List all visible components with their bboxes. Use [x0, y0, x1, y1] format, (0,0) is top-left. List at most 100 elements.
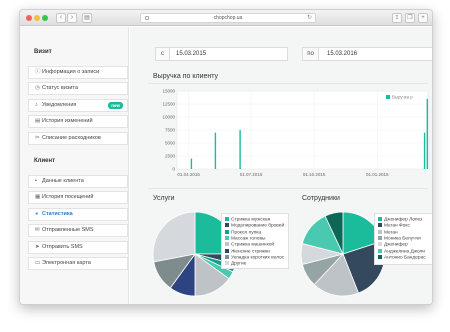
services-chart-title: Услуги	[153, 195, 175, 202]
reload-icon[interactable]: ↻	[307, 14, 312, 23]
legend-swatch	[378, 248, 382, 253]
pie-slice[interactable]	[152, 211, 196, 263]
legend-label: Моника Белуччи	[384, 236, 421, 242]
sidebar-item-visit-info[interactable]: ⓘИнформация о записи	[28, 66, 128, 79]
main-content: с 15.03.2015 по 15.03.2016 Выручка по кл…	[130, 27, 432, 304]
revenue-bar[interactable]	[214, 132, 217, 169]
url-bar[interactable]: chopchop.ua ↻	[140, 13, 316, 23]
date-to-value: 15.03.2016	[327, 51, 358, 57]
maximize-window-button[interactable]	[42, 15, 48, 21]
divider	[148, 188, 428, 189]
legend-swatch	[225, 217, 229, 221]
legend-label: Другие	[231, 261, 247, 267]
legend-label: Дженифер	[384, 242, 408, 248]
new-badge: new	[108, 102, 123, 109]
clock-icon: ◷	[35, 85, 40, 91]
date-to-field[interactable]: по 15.03.2016	[302, 47, 432, 61]
forward-button[interactable]: ›	[67, 13, 77, 23]
sidebar-item-client-data[interactable]: ▪ Данные клиента	[28, 175, 128, 188]
legend-item: Стрижка мужская	[225, 217, 270, 223]
legend-item: Меган Фокс	[378, 223, 410, 229]
history-icon: ▤	[35, 118, 41, 124]
minimize-window-button[interactable]	[34, 15, 40, 21]
y-tick-label: 7500	[165, 128, 176, 133]
browser-toolbar: ‹ › ▤ chopchop.ua ↻ ⇪ ❐ +	[20, 10, 432, 26]
sidebar-item-label: Электронная карта	[42, 260, 91, 266]
sidebar-item-sent-sms[interactable]: ✉ Отправленные SMS	[28, 224, 128, 237]
date-to-label: по	[303, 48, 319, 60]
revenue-chart-title: Выручка по клиенту	[153, 73, 219, 80]
legend-swatch	[225, 248, 229, 253]
legend-swatch	[225, 235, 229, 240]
legend-label: Моделирование бровей	[231, 223, 285, 229]
close-window-button[interactable]	[26, 15, 32, 21]
sidebar-item-visit-status[interactable]: ◷ Статус визита	[28, 82, 128, 95]
legend-swatch	[378, 242, 382, 247]
sidebar-item-label: История посещений	[42, 194, 94, 200]
legend-label: Антонио Бандерас	[384, 255, 426, 261]
revenue-chart: 15000 12500 10000 7500 5000 2500 001.04.2015 01…	[162, 89, 429, 177]
legend-swatch	[225, 229, 229, 234]
x-tick-label: 01.10.2015	[303, 172, 326, 177]
services-legend: Стрижка мужская Моделирование бровей Проко…	[221, 213, 289, 269]
tools-icon: ✂	[35, 135, 40, 141]
chart-icon: ◕	[35, 211, 39, 217]
calendar-icon: ▦	[35, 194, 41, 200]
revenue-bar[interactable]	[190, 158, 193, 169]
y-tick-label: 12500	[162, 102, 175, 107]
legend-swatch	[225, 254, 229, 259]
date-from-label: с	[156, 48, 170, 60]
tabs-icon[interactable]: ❐	[405, 13, 415, 23]
y-tick-label: 2500	[165, 154, 176, 159]
share-icon[interactable]: ⇪	[392, 13, 402, 23]
legend-swatch	[378, 217, 382, 221]
employees-chart-title: Сотрудники	[302, 195, 340, 202]
legend-label: Массаж головы	[231, 236, 266, 242]
section-client-heading: Клиент	[34, 158, 56, 164]
sidebar-item-label: Отправленные SMS	[42, 227, 94, 233]
sidebar-item-e-card[interactable]: ▭ Электронная карта	[28, 257, 128, 270]
legend-item: Моника Белуччи	[378, 235, 421, 242]
send-icon: ➤	[35, 244, 40, 250]
url-text: chopchop.ua	[213, 15, 243, 21]
legend-label: Дженифер Лопез	[384, 217, 423, 223]
sidebar-item-consumables[interactable]: ✂ Списание расходников	[28, 132, 128, 145]
legend-label: Прокол пупка	[231, 230, 262, 236]
revenue-bar[interactable]	[426, 98, 429, 169]
back-button[interactable]: ‹	[56, 13, 66, 23]
legend-swatch	[225, 261, 229, 266]
sidebar: Визит ⓘИнформация о записи ◷ Статус визит…	[20, 27, 129, 304]
date-from-field[interactable]: с 15.03.2015	[155, 47, 288, 61]
legend-item: Анджелина Джоли	[378, 248, 425, 254]
employees-legend: Дженифер Лопез Меган Фокс Меган Моника Белу…	[374, 213, 432, 265]
divider	[148, 83, 428, 84]
legend-item: Женские стрижки	[225, 248, 270, 254]
section-visit-heading: Визит	[34, 49, 52, 55]
sidebar-item-notifications[interactable]: ♪ Уведомления new	[28, 99, 128, 112]
revenue-bar[interactable]	[239, 130, 241, 169]
x-tick-label: 01.01.2016	[366, 172, 389, 177]
card-icon: ▭	[35, 260, 41, 266]
sidebar-item-label: Списание расходников	[42, 135, 101, 141]
sidebar-item-statistics[interactable]: ◕ Статистика	[28, 208, 128, 221]
legend-item: Массаж головы	[225, 235, 266, 242]
sidebar-toggle-icon[interactable]: ▤	[82, 13, 92, 23]
revenue-bar[interactable]	[423, 132, 426, 169]
bell-icon: ♪	[35, 102, 38, 108]
legend-swatch	[378, 235, 382, 240]
legend-swatch	[386, 95, 390, 99]
sidebar-item-label: Информация о записи	[42, 69, 100, 75]
legend-item: Дженифер Лопез	[378, 217, 422, 223]
sidebar-item-visit-history[interactable]: ▦ История посещений	[28, 191, 128, 204]
legend-item: Антонио Бандерас	[378, 254, 426, 261]
sidebar-item-send-sms[interactable]: ➤ Отправить SMS	[28, 241, 128, 254]
legend-item: Меган	[378, 229, 398, 235]
user-icon: ▪	[35, 178, 37, 184]
new-tab-icon[interactable]: +	[418, 13, 428, 23]
legend-item: Моделирование бровей	[225, 223, 284, 229]
sidebar-item-change-history[interactable]: ▤ История изменений	[28, 115, 128, 128]
sidebar-item-label: Статус визита	[42, 85, 79, 91]
y-tick-label: 15000	[162, 89, 175, 94]
date-from-value: 15.03.2015	[176, 51, 207, 57]
legend-label: Укладка коротких волос	[231, 255, 285, 261]
